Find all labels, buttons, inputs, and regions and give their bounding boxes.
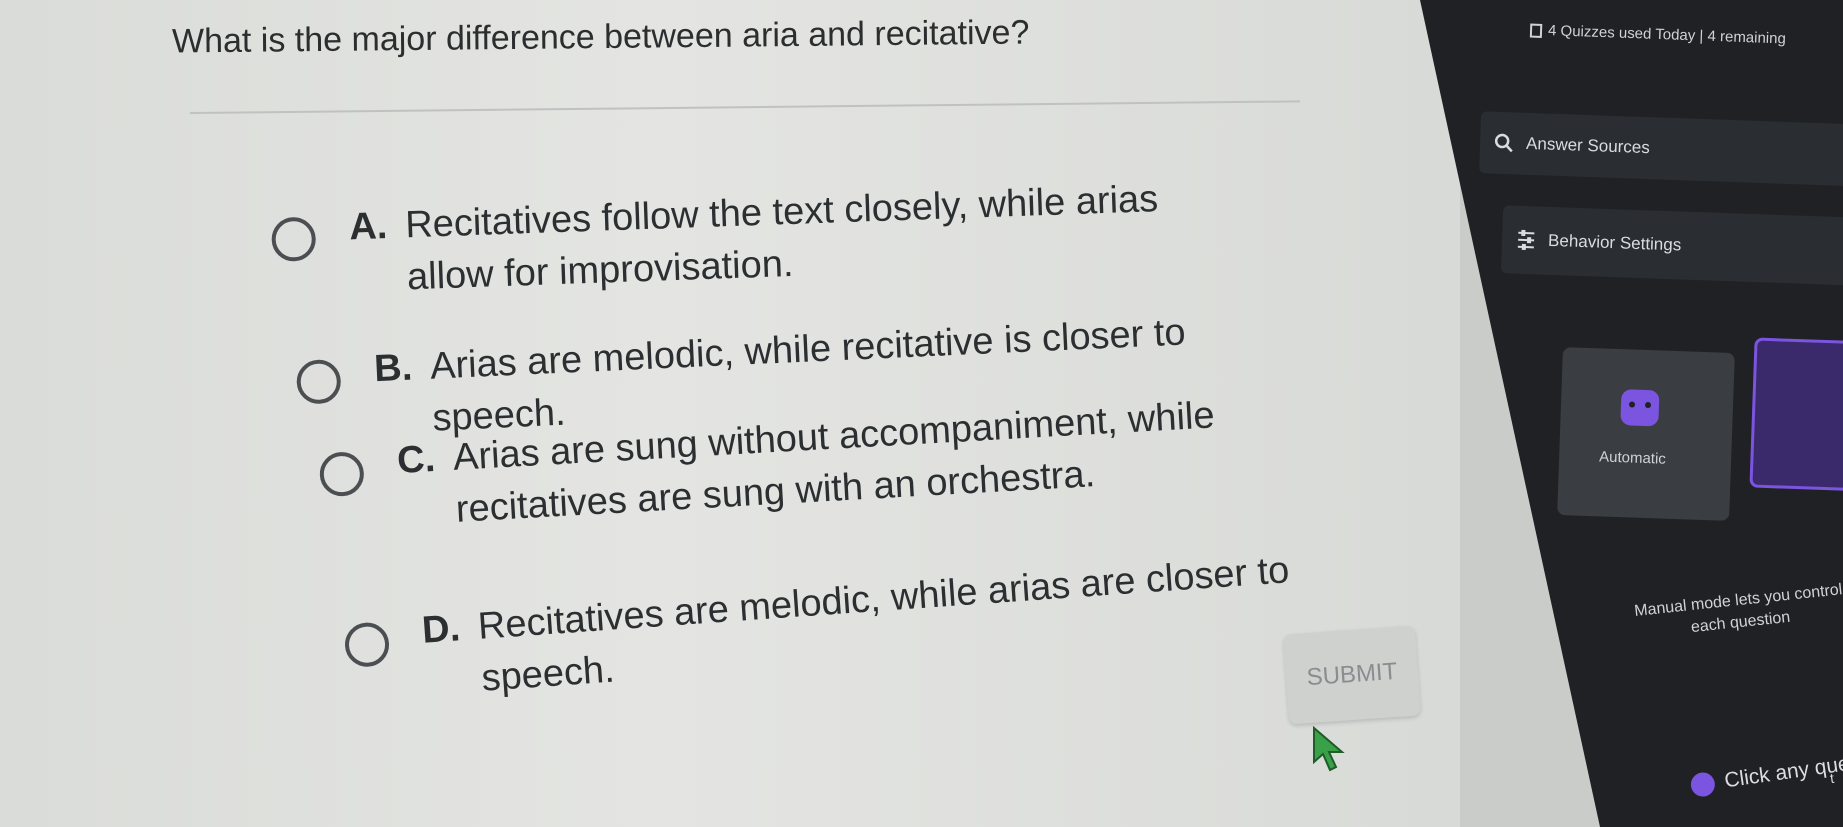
divider <box>189 100 1300 114</box>
radio-button-a[interactable] <box>270 216 317 263</box>
option-a[interactable]: A. Recitatives follow the text closely, … <box>270 172 1193 308</box>
radio-button-d[interactable] <box>343 621 391 669</box>
mode-automatic-card[interactable]: Automatic <box>1557 347 1735 521</box>
radio-button-c[interactable] <box>318 450 366 498</box>
submit-button[interactable]: SUBMIT <box>1283 625 1421 725</box>
assistant-side-panel: 4 Quizzes used Today | 4 remaining Answe… <box>1420 0 1843 827</box>
click-hint-text: Click any question <box>1722 745 1843 793</box>
cursor-icon <box>1313 726 1345 772</box>
answer-sources-button[interactable]: Answer Sources <box>1479 111 1843 187</box>
answer-sources-label: Answer Sources <box>1525 133 1651 158</box>
behavior-settings-label: Behavior Settings <box>1547 230 1682 255</box>
info-icon <box>1689 771 1717 799</box>
robot-icon <box>1620 389 1660 427</box>
search-icon <box>1494 133 1513 153</box>
option-b-letter: B. <box>373 346 414 391</box>
click-hint: Click any question <box>1689 745 1843 799</box>
option-d-text: D. Recitatives are melodic, while arias … <box>420 542 1327 709</box>
option-d[interactable]: D. Recitatives are melodic, while arias … <box>343 542 1328 714</box>
option-d-letter: D. <box>420 607 462 652</box>
mode-manual-card[interactable]: M <box>1749 337 1843 493</box>
option-a-text: A. Recitatives follow the text closely, … <box>348 172 1181 305</box>
mode-helper-text: Manual mode lets you control each questi… <box>1633 579 1843 645</box>
list-icon <box>1529 23 1543 38</box>
radio-button-b[interactable] <box>295 358 342 405</box>
mode-automatic-label: Automatic <box>1598 448 1667 468</box>
quiz-panel: What is the major difference between ari… <box>0 0 1460 827</box>
sliders-icon <box>1517 229 1535 251</box>
question-text: What is the major difference between ari… <box>171 13 1030 61</box>
option-a-letter: A. <box>348 205 389 249</box>
option-a-label: Recitatives follow the text closely, whi… <box>404 178 1159 299</box>
behavior-settings-button[interactable]: Behavior Settings <box>1500 205 1843 287</box>
option-d-label: Recitatives are melodic, while arias are… <box>476 549 1291 700</box>
quota-status: 4 Quizzes used Today | 4 remaining <box>1529 22 1787 48</box>
quota-text: 4 Quizzes used Today | 4 remaining <box>1547 22 1787 48</box>
option-c-letter: C. <box>396 437 437 483</box>
